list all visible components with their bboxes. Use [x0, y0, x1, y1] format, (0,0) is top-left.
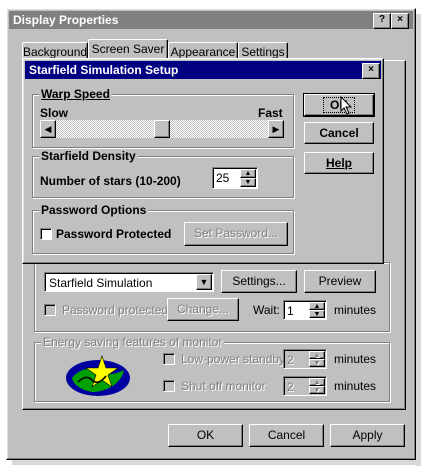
tab-background-label: Background [23, 45, 88, 59]
shut-off-value: 2 [287, 380, 294, 394]
warp-left-arrow[interactable]: ◀ [40, 120, 56, 138]
stars-value: 25 [216, 171, 230, 185]
shut-off-checkbox[interactable] [163, 380, 175, 392]
spin-down-icon[interactable]: ▼ [309, 386, 325, 394]
shut-off-spinner[interactable]: ▲ ▼ [309, 378, 325, 394]
window-shadow-bottom [12, 460, 421, 465]
question-icon: ? [378, 14, 386, 25]
close-icon: × [368, 64, 374, 75]
slow-label: Slow [40, 106, 69, 120]
spin-up-icon[interactable]: ▲ [240, 169, 256, 178]
main-cancel-button[interactable]: Cancel [249, 424, 324, 447]
shut-off-input[interactable]: 2 ▲ ▼ [283, 376, 327, 396]
stars-spinner[interactable]: ▲ ▼ [240, 169, 256, 187]
arrow-left-icon: ◀ [44, 124, 52, 134]
setup-dialog-title: Starfield Simulation Setup [29, 63, 179, 77]
main-title-bar[interactable]: Display Properties [9, 11, 413, 29]
main-password-checkbox[interactable] [44, 304, 56, 316]
energy-group-title: Energy saving features of monitor [41, 335, 225, 349]
close-icon: × [397, 14, 403, 25]
warp-speed-title: Warp Speed [39, 87, 112, 101]
settings-button[interactable]: Settings... [221, 270, 297, 293]
low-power-spinner[interactable]: ▲ ▼ [309, 351, 325, 367]
chevron-down-icon: ▼ [199, 277, 209, 287]
low-power-label: Low-power standby [181, 352, 286, 366]
spin-up-icon[interactable]: ▲ [309, 351, 325, 359]
setup-cancel-button[interactable]: Cancel [304, 122, 374, 144]
wait-minutes-label: minutes [334, 303, 377, 317]
screensaver-select-value: Starfield Simulation [49, 276, 153, 290]
screensaver-select[interactable]: Starfield Simulation ▼ [44, 272, 214, 292]
main-window-title: Display Properties [13, 13, 119, 27]
setup-help-button[interactable]: Help [304, 152, 374, 174]
shut-off-minutes-label: minutes [334, 379, 377, 393]
starfield-density-title: Starfield Density [39, 149, 138, 163]
spin-down-icon[interactable]: ▼ [240, 178, 256, 187]
spin-up-icon[interactable]: ▲ [309, 378, 325, 386]
spin-up-icon[interactable]: ▲ [309, 302, 325, 310]
wait-spinner[interactable]: ▲ ▼ [309, 302, 325, 318]
wait-value: 1 [287, 304, 294, 318]
warp-speed-slider[interactable]: ◀ ▶ [40, 120, 284, 138]
main-password-label: Password protected [62, 303, 169, 317]
setup-title-bar[interactable]: Starfield Simulation Setup [25, 61, 381, 79]
energy-star-logo [66, 355, 130, 396]
main-close-button[interactable]: × [391, 13, 409, 29]
change-button[interactable]: Change... [167, 298, 239, 321]
apply-button[interactable]: Apply [330, 424, 405, 447]
spin-down-icon[interactable]: ▼ [309, 359, 325, 367]
mouse-cursor-icon [340, 96, 353, 115]
setup-password-checkbox[interactable] [40, 228, 52, 240]
low-power-input[interactable]: 2 ▲ ▼ [283, 349, 327, 369]
tab-screen-saver-label: Screen Saver [91, 42, 165, 56]
spin-down-icon[interactable]: ▼ [309, 310, 325, 318]
arrow-right-icon: ▶ [272, 124, 280, 134]
setup-close-button[interactable]: × [362, 63, 380, 79]
dropdown-arrow-button[interactable]: ▼ [196, 274, 212, 290]
setup-ok-button[interactable]: OK [303, 93, 375, 117]
help-title-button[interactable]: ? [373, 13, 391, 29]
stars-label: Number of stars (10-200) [40, 174, 181, 188]
low-power-minutes-label: minutes [334, 352, 377, 366]
set-password-button[interactable]: Set Password... [184, 222, 288, 246]
low-power-value: 2 [287, 353, 294, 367]
warp-slider-thumb[interactable] [154, 120, 170, 138]
tab-appearance-label: Appearance [170, 45, 236, 59]
wait-input[interactable]: 1 ▲ ▼ [283, 300, 327, 320]
main-ok-button[interactable]: OK [168, 424, 243, 447]
tab-settings-label: Settings [241, 45, 285, 59]
shut-off-label: Shut off monitor [181, 379, 266, 393]
warp-right-arrow[interactable]: ▶ [268, 120, 284, 138]
fast-label: Fast [258, 106, 283, 120]
preview-button[interactable]: Preview [304, 270, 376, 293]
low-power-checkbox[interactable] [163, 353, 175, 365]
setup-password-label: Password Protected [56, 227, 172, 241]
password-options-title: Password Options [39, 203, 149, 217]
wait-label: Wait: [253, 303, 280, 317]
stars-input[interactable]: 25 ▲ ▼ [212, 167, 258, 189]
window-shadow [416, 14, 421, 466]
